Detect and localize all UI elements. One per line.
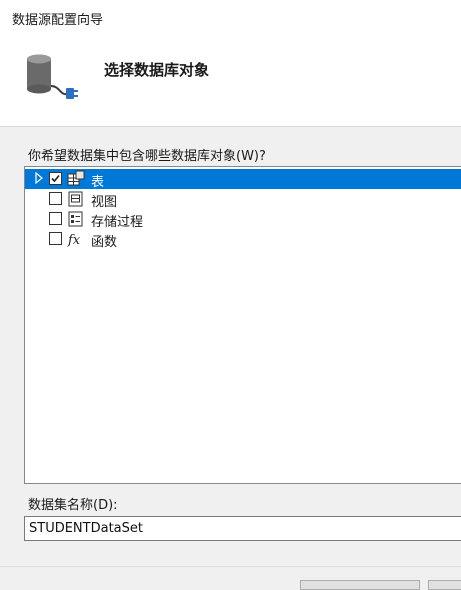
tree-item-views[interactable]: 视图: [25, 189, 461, 210]
checkbox-tables[interactable]: [49, 172, 62, 185]
objects-question-label: 你希望数据集中包含哪些数据库对象(W)?: [28, 149, 266, 164]
dataset-name-input[interactable]: [24, 516, 461, 541]
table-icon: [67, 170, 85, 186]
view-icon: [68, 191, 83, 207]
database-plug-icon: [27, 54, 78, 99]
tree-item-label: 存储过程: [91, 215, 144, 230]
stored-procedure-icon: [68, 211, 83, 227]
dataset-name-label: 数据集名称(D):: [28, 498, 118, 513]
wizard-header: 选择数据库对象: [0, 34, 461, 127]
checkbox-views[interactable]: [49, 192, 62, 205]
tree-item-label: 表: [91, 175, 105, 190]
svg-text:fx: fx: [67, 233, 81, 248]
window-title: 数据源配置向导: [12, 13, 104, 28]
database-objects-tree[interactable]: 表 视图 存储过程 fx 函数: [24, 166, 461, 484]
expand-arrow-icon[interactable]: [33, 172, 45, 184]
title-bar: 数据源配置向导: [0, 0, 461, 34]
tree-item-functions[interactable]: fx 函数: [25, 229, 461, 250]
page-title: 选择数据库对象: [104, 61, 210, 79]
tree-item-label: 函数: [91, 235, 118, 250]
footer-divider: [0, 566, 461, 567]
footer-button-partial-2[interactable]: [428, 580, 461, 590]
checkbox-stored-procedures[interactable]: [49, 212, 62, 225]
function-icon: fx: [67, 233, 81, 248]
checkbox-functions[interactable]: [49, 232, 62, 245]
tree-item-label: 视图: [91, 195, 118, 210]
tree-item-tables[interactable]: 表: [25, 169, 461, 190]
checkmark-icon: [51, 174, 60, 183]
tree-item-stored-procedures[interactable]: 存储过程: [25, 209, 461, 230]
footer-button-partial[interactable]: [300, 580, 420, 590]
